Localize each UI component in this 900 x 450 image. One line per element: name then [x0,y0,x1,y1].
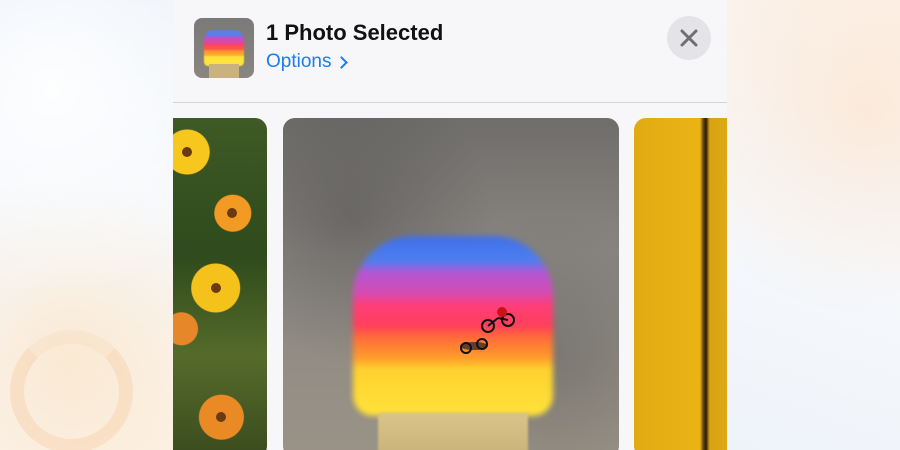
photo-flowers[interactable] [173,118,267,450]
screen: 1 Photo Selected Options [0,0,900,450]
watermark-swirl [10,330,133,450]
bike-rider-icon [460,307,515,354]
share-sheet-header: 1 Photo Selected Options [173,0,727,102]
flower-center [182,147,192,157]
chevron-right-icon [335,56,349,69]
selected-photo-thumbnail [194,18,254,78]
flower-center [227,208,237,218]
thumbnail-base [209,64,239,78]
rainbow-base [378,413,528,450]
options-button[interactable]: Options [266,51,349,73]
photo-rainbow[interactable] [283,118,619,450]
flower-center [211,283,221,293]
options-label: Options [266,51,332,72]
header-title: 1 Photo Selected [266,20,444,45]
photo-yellow[interactable] [634,118,727,450]
share-sheet: 1 Photo Selected Options [173,0,727,450]
header-divider [173,102,727,103]
close-button[interactable] [667,16,711,60]
thumbnail-rainbow [204,30,244,66]
flower-center [216,412,226,422]
background-left [0,0,173,450]
background-right [727,0,900,450]
close-icon [680,29,698,47]
